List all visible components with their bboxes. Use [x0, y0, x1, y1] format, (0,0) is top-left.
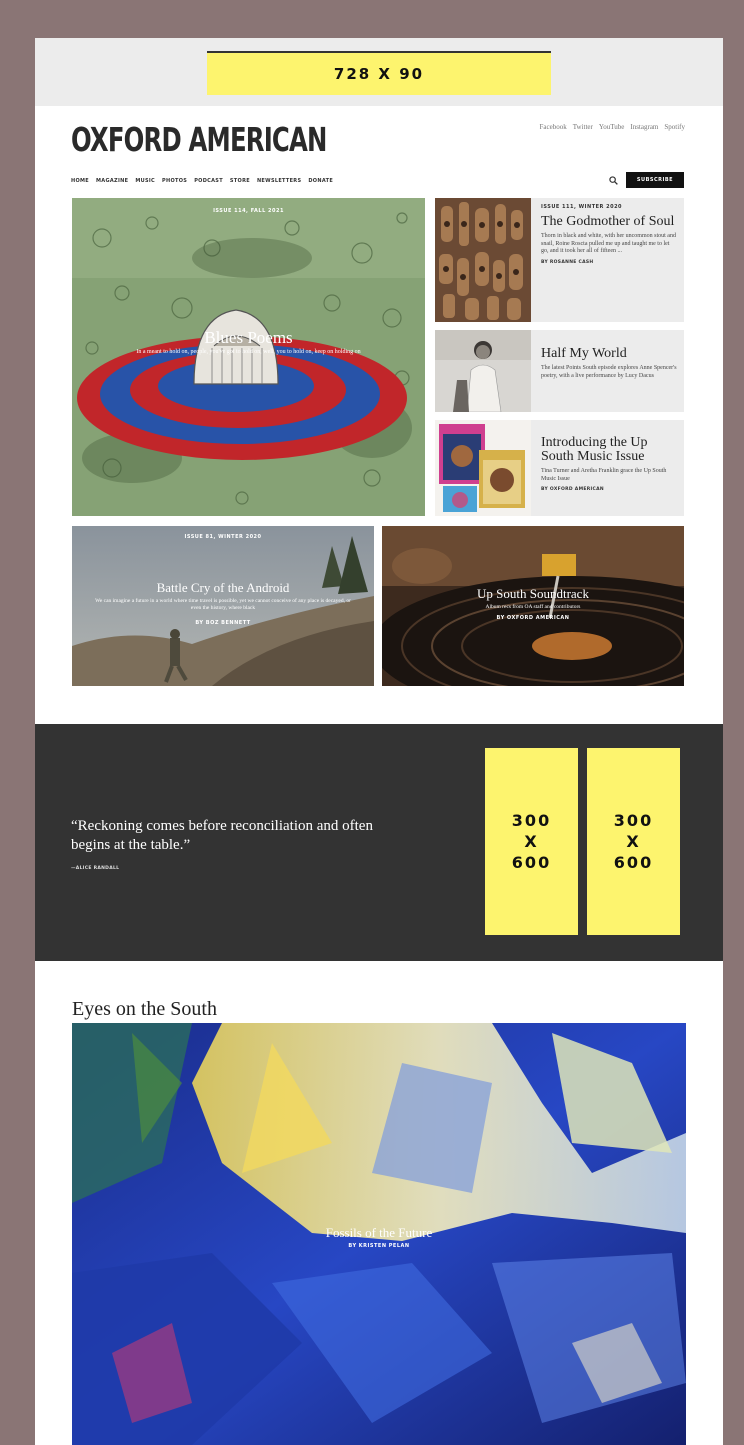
- nav-home[interactable]: HOME: [71, 178, 89, 184]
- subscribe-button[interactable]: SUBSCRIBE: [626, 172, 684, 188]
- nav-podcast[interactable]: PODCAST: [194, 178, 223, 184]
- wide-card-soundtrack-title[interactable]: Up South Soundtrack: [382, 586, 684, 602]
- wide-card-android-dek: We can imagine a future in a world where…: [95, 598, 351, 611]
- social-link-facebook[interactable]: Facebook: [540, 123, 567, 131]
- site-logo[interactable]: OXFORD AMERICAN: [71, 120, 327, 159]
- side-card-godmother-image: [435, 198, 531, 322]
- wide-card-android-title[interactable]: Battle Cry of the Android: [72, 580, 374, 596]
- side-card-up-south-issue[interactable]: Introducing the Up South Music Issue Tin…: [435, 420, 684, 516]
- social-link-youtube[interactable]: YouTube: [599, 123, 625, 131]
- side-ad-2-line1: 300: [613, 811, 654, 830]
- hero-dek: In a meant to hold on, people, you've go…: [136, 349, 361, 355]
- nav-newsletters[interactable]: NEWSLETTERS: [257, 178, 301, 184]
- side-card-godmother-kicker: ISSUE 111, WINTER 2020: [541, 204, 623, 210]
- side-card-godmother[interactable]: ISSUE 111, WINTER 2020 The Godmother of …: [435, 198, 684, 322]
- wide-card-android-kicker: ISSUE 81, WINTER 2020: [184, 534, 262, 540]
- nav-music[interactable]: MUSIC: [135, 178, 155, 184]
- side-card-up-south-issue-byline: BY OXFORD AMERICAN: [541, 487, 604, 492]
- hero-story-card[interactable]: ISSUE 114, FALL 2021 Blues Poems In a me…: [72, 198, 425, 516]
- nav-store[interactable]: STORE: [230, 178, 250, 184]
- side-card-half-my-world-image: [435, 330, 531, 412]
- banner-ad-728x90[interactable]: 728 X 90: [207, 51, 551, 95]
- hero-kicker: ISSUE 114, FALL 2021: [213, 208, 284, 214]
- social-link-spotify[interactable]: Spotify: [664, 123, 685, 131]
- nav-donate[interactable]: DONATE: [308, 178, 333, 184]
- side-card-up-south-issue-title[interactable]: Introducing the Up South Music Issue: [541, 436, 678, 464]
- nav-magazine[interactable]: MAGAZINE: [96, 178, 128, 184]
- side-ad-1-line2: X: [524, 832, 539, 851]
- search-icon[interactable]: [609, 176, 618, 188]
- pull-quote: “Reckoning comes before reconciliation a…: [71, 817, 381, 878]
- side-card-godmother-byline: BY ROSANNE CASH: [541, 259, 594, 265]
- top-ad-bar: 728 X 90: [35, 38, 723, 106]
- side-ad-2-line3: 600: [613, 853, 654, 872]
- pull-quote-byline: —ALICE RANDALL: [71, 866, 120, 871]
- section-heading-eyes-on-the-south[interactable]: Eyes on the South: [72, 998, 217, 1021]
- side-card-godmother-title[interactable]: The Godmother of Soul: [541, 215, 678, 229]
- social-link-instagram[interactable]: Instagram: [630, 123, 658, 131]
- social-links: Facebook Twitter YouTube Instagram Spoti…: [540, 123, 685, 131]
- hero-title[interactable]: Blues Poems: [72, 328, 425, 348]
- nav-photos[interactable]: PHOTOS: [162, 178, 187, 184]
- wide-card-soundtrack-dek: Album recs from OA staff and contributor…: [485, 604, 581, 610]
- side-card-half-my-world-title[interactable]: Half My World: [541, 347, 678, 361]
- quote-section: “Reckoning comes before reconciliation a…: [35, 724, 723, 961]
- side-ad-300x600-2[interactable]: 300 X 600: [587, 748, 680, 935]
- side-card-half-my-world-desc: The latest Points South episode explores…: [541, 365, 677, 379]
- side-ad-2-line2: X: [626, 832, 641, 851]
- side-ad-300x600-1[interactable]: 300 X 600: [485, 748, 578, 935]
- side-card-up-south-issue-image: [435, 420, 531, 516]
- wide-card-soundtrack[interactable]: Up South Soundtrack Album recs from OA s…: [382, 526, 684, 686]
- side-ad-1-line3: 600: [511, 853, 552, 872]
- page: 728 X 90 OXFORD AMERICAN Facebook Twitte…: [35, 38, 723, 1445]
- pull-quote-text: “Reckoning comes before reconciliation a…: [71, 818, 373, 853]
- feature-title[interactable]: Fossils of the Future: [72, 1225, 686, 1241]
- wide-card-android[interactable]: ISSUE 81, WINTER 2020 Battle Cry of the …: [72, 526, 374, 686]
- side-card-godmother-desc: Thorn in black and white, with her uncom…: [541, 233, 676, 254]
- wide-card-soundtrack-byline: BY OXFORD AMERICAN: [496, 615, 570, 621]
- social-link-twitter[interactable]: Twitter: [573, 123, 593, 131]
- side-ad-1-line1: 300: [511, 811, 552, 830]
- side-card-half-my-world[interactable]: Half My World The latest Points South ep…: [435, 330, 684, 412]
- feature-story-card[interactable]: Fossils of the Future BY KRISTEN PELAN: [72, 1023, 686, 1445]
- main-nav: HOME MAGAZINE MUSIC PHOTOS PODCAST STORE…: [71, 178, 333, 184]
- hero-image: [72, 198, 425, 516]
- feature-byline: BY KRISTEN PELAN: [348, 1243, 410, 1249]
- wide-card-android-byline: BY BOZ BENNETT: [195, 620, 251, 626]
- side-card-up-south-issue-desc: Tina Turner and Aretha Franklin grace th…: [541, 468, 667, 482]
